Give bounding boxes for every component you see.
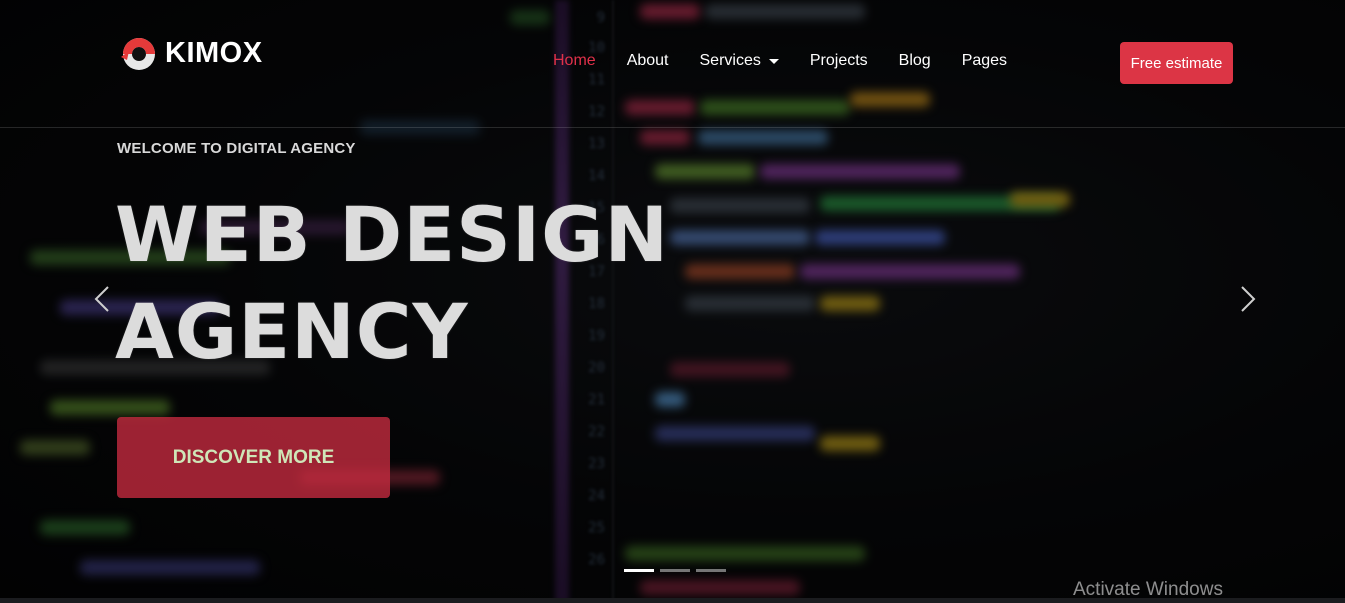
hero-title-line-2: AGENCY (115, 287, 469, 376)
main-nav: Home About Services Projects Blog Pages (553, 52, 1038, 70)
free-estimate-button[interactable]: Free estimate (1120, 42, 1233, 84)
carousel-indicator-2[interactable] (660, 569, 690, 572)
nav-item-services[interactable]: Services (700, 52, 779, 70)
chevron-right-icon[interactable] (1238, 284, 1258, 314)
nav-item-home[interactable]: Home (553, 52, 596, 70)
brand-logo[interactable]: KIMOX (117, 33, 263, 73)
hero-title-line-1: WEB DESIGN (115, 190, 670, 279)
nav-item-projects[interactable]: Projects (810, 52, 868, 70)
carousel-indicator-1[interactable] (624, 569, 654, 572)
caret-down-icon (768, 58, 779, 64)
discover-more-button[interactable]: DISCOVER MORE (117, 417, 390, 498)
hero-title: WEB DESIGN AGENCY (115, 186, 669, 380)
hero-eyebrow: WELCOME TO DIGITAL AGENCY (117, 140, 356, 157)
page: 9 10 11 12 13 14 15 16 17 18 19 20 21 22… (0, 0, 1345, 603)
nav-item-about[interactable]: About (627, 52, 669, 70)
bottom-strip (0, 598, 1345, 603)
brand-name: KIMOX (165, 36, 263, 69)
carousel-indicators (624, 569, 732, 572)
chevron-left-icon[interactable] (92, 284, 112, 314)
nav-item-pages[interactable]: Pages (962, 52, 1007, 70)
logo-mark-icon (121, 38, 155, 70)
nav-item-services-label: Services (699, 52, 761, 69)
carousel-indicator-3[interactable] (696, 569, 726, 572)
site-header: KIMOX Home About Services Projects Blog … (0, 0, 1345, 128)
nav-item-blog[interactable]: Blog (899, 52, 931, 70)
